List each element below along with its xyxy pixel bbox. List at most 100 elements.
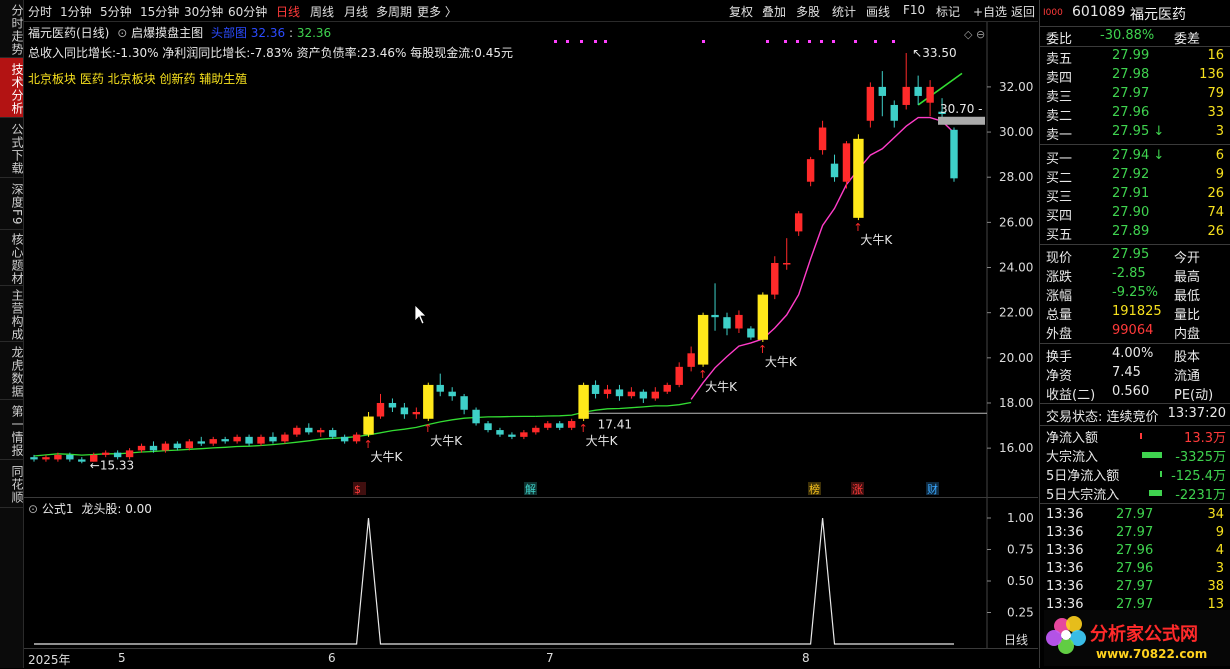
- period-tab-6[interactable]: 日线: [276, 3, 300, 20]
- candle-body: [125, 450, 134, 458]
- oscillator-panel[interactable]: 1.00 0.75 0.50 0.25 日线 ⊙ 公式1 龙头股: 0.00: [24, 497, 1038, 648]
- candle-body: [902, 86, 910, 105]
- toolbar-button-2[interactable]: 多股: [796, 3, 820, 20]
- quote-value: -9.25%: [1112, 285, 1158, 300]
- left-tab-4[interactable]: 核心题材: [0, 230, 24, 286]
- left-tab-5[interactable]: 主营构成: [0, 286, 24, 342]
- ask-row-1[interactable]: 卖四 27.98 136: [1040, 66, 1230, 86]
- toolbar-button-5[interactable]: F10: [903, 3, 925, 17]
- oscillator-canvas[interactable]: 1.00 0.75 0.50 0.25 日线: [24, 498, 1038, 648]
- flow-bar: [1140, 433, 1142, 439]
- candle-body: [627, 391, 636, 397]
- formula-name[interactable]: 启爆摸盘主图: [131, 26, 203, 40]
- candle-body: [484, 423, 492, 431]
- ask-row-4[interactable]: 卖一 27.95 ↓ 3: [1040, 123, 1230, 143]
- bid-row-3[interactable]: 买四 27.90 74: [1040, 204, 1230, 224]
- ask-vol: 33: [1207, 105, 1224, 120]
- low-price-label: ←15.33: [90, 458, 134, 472]
- left-tab-2[interactable]: 公式下载: [0, 118, 24, 178]
- chart-canvas[interactable]: 32.00 30.00 28.00 26.00 24.00 22.00 20.00 18.00…: [24, 22, 1038, 497]
- ask-price: 27.97: [1112, 86, 1150, 101]
- chart-header: 福元医药(日线) ⊙ 启爆摸盘主图 头部图 32.36 : 32.36: [28, 26, 332, 40]
- bid-row-4[interactable]: 买五 27.89 26: [1040, 223, 1230, 243]
- chart-options-icon[interactable]: ◇ ⊖: [964, 28, 985, 41]
- bid-row-2[interactable]: 买三 27.91 26: [1040, 185, 1230, 205]
- candle-body: [149, 445, 158, 451]
- event-marker-0[interactable]: $: [353, 482, 366, 496]
- ask-row-3[interactable]: 卖二 27.96 33: [1040, 104, 1230, 124]
- left-tab-1[interactable]: 技术分析: [0, 58, 24, 118]
- y-tick-label-5: 22.00: [999, 306, 1033, 320]
- separator: [1040, 144, 1230, 145]
- candlestick-chart[interactable]: 32.00 30.00 28.00 26.00 24.00 22.00 20.00 18.00…: [24, 22, 1038, 497]
- event-marker-3[interactable]: 涨: [851, 482, 864, 496]
- bid-vol: 26: [1207, 186, 1224, 201]
- candle-body: [853, 138, 864, 218]
- bid-row-1[interactable]: 买二 27.92 9: [1040, 166, 1230, 186]
- bid-row-0[interactable]: 买一 27.94 ↓ 6: [1040, 147, 1230, 167]
- signal-label-2: 大牛K: [586, 433, 619, 448]
- top-marker: [796, 40, 799, 43]
- toolbar-button-4[interactable]: 画线: [866, 3, 890, 20]
- period-tab-0[interactable]: 分时: [28, 3, 52, 20]
- ask-vol: 136: [1199, 67, 1224, 82]
- toolbar-button-1[interactable]: 叠加: [762, 3, 786, 20]
- top-marker: [854, 40, 857, 43]
- period-tab-2[interactable]: 5分钟: [100, 3, 132, 20]
- bid-label: 买五: [1046, 228, 1073, 243]
- toolbar-button-3[interactable]: 统计: [832, 3, 856, 20]
- period-tab-9[interactable]: 多周期: [376, 3, 412, 20]
- quote-label-2: 最低: [1174, 289, 1201, 304]
- toolbar-button-6[interactable]: 标记: [936, 3, 960, 20]
- formula-dropdown-icon[interactable]: ⊙: [117, 26, 127, 40]
- quote-value: 99064: [1112, 323, 1154, 338]
- left-tab-3[interactable]: 深度F9: [0, 178, 24, 230]
- event-marker-2[interactable]: 榜: [808, 482, 821, 496]
- toolbar-button-7[interactable]: +自选: [973, 3, 1007, 20]
- high-price-label: ↖33.50: [912, 46, 956, 60]
- period-tab-4[interactable]: 30分钟: [184, 3, 223, 20]
- oscillator-name[interactable]: 公式1: [42, 502, 74, 516]
- candle-body: [101, 452, 110, 455]
- quote-row-4: 外盘 99064 内盘: [1040, 322, 1230, 342]
- toolbar-button-0[interactable]: 复权: [729, 3, 753, 20]
- toolbar: 分时 1分钟 5分钟 15分钟 30分钟 60分钟 日线 周线 月线 多周期 更多 〉 复权 叠加 多股统…: [24, 0, 1038, 22]
- period-tab-10[interactable]: 更多 〉: [417, 3, 457, 20]
- candle-body: [747, 328, 755, 338]
- svg-text:$: $: [354, 483, 361, 496]
- flow-row-1: 大宗流入 -3325万: [1040, 445, 1230, 465]
- left-tab-8[interactable]: 同花顺: [0, 460, 24, 508]
- bid-label: 买三: [1046, 190, 1073, 205]
- x-axis-label-1: 5: [118, 651, 126, 665]
- candle-body: [735, 314, 743, 329]
- top-marker: [784, 40, 787, 43]
- bid-label: 买二: [1046, 171, 1073, 186]
- ma-line-pink: [690, 116, 955, 400]
- svg-text:财: 财: [927, 482, 938, 496]
- left-tab-0[interactable]: 分时走势: [0, 0, 24, 58]
- candle-body: [711, 314, 719, 318]
- period-tab-3[interactable]: 15分钟: [140, 3, 179, 20]
- oscillator-header: ⊙ 公式1 龙头股: 0.00: [28, 500, 152, 517]
- quote-value: 191825: [1112, 304, 1162, 319]
- candle-body: [161, 443, 170, 451]
- quote-label-2: 量比: [1174, 308, 1201, 323]
- period-tab-8[interactable]: 月线: [344, 3, 368, 20]
- tick-row-2: 13:36 27.96 4: [1040, 542, 1230, 561]
- left-tab-7[interactable]: 第一情报: [0, 400, 24, 460]
- oscillator-dropdown-icon[interactable]: ⊙: [28, 502, 38, 516]
- event-marker-1[interactable]: 解: [524, 482, 537, 496]
- osc-tick-label-2: 0.50: [1007, 574, 1034, 588]
- period-tab-1[interactable]: 1分钟: [60, 3, 92, 20]
- toolbar-button-8[interactable]: 返回: [1011, 3, 1035, 20]
- signal-label-4: 大牛K: [765, 354, 798, 369]
- top-marker: [766, 40, 769, 43]
- event-marker-4[interactable]: 财: [926, 482, 939, 496]
- left-tab-6[interactable]: 龙虎数据: [0, 342, 24, 400]
- period-tab-7[interactable]: 周线: [310, 3, 334, 20]
- ask-row-2[interactable]: 卖三 27.97 79: [1040, 85, 1230, 105]
- ask-row-0[interactable]: 卖五 27.99 16: [1040, 47, 1230, 67]
- period-tab-5[interactable]: 60分钟: [228, 3, 267, 20]
- quote-label-2: 最高: [1174, 270, 1201, 285]
- tick-row-4: 13:36 27.97 38: [1040, 578, 1230, 597]
